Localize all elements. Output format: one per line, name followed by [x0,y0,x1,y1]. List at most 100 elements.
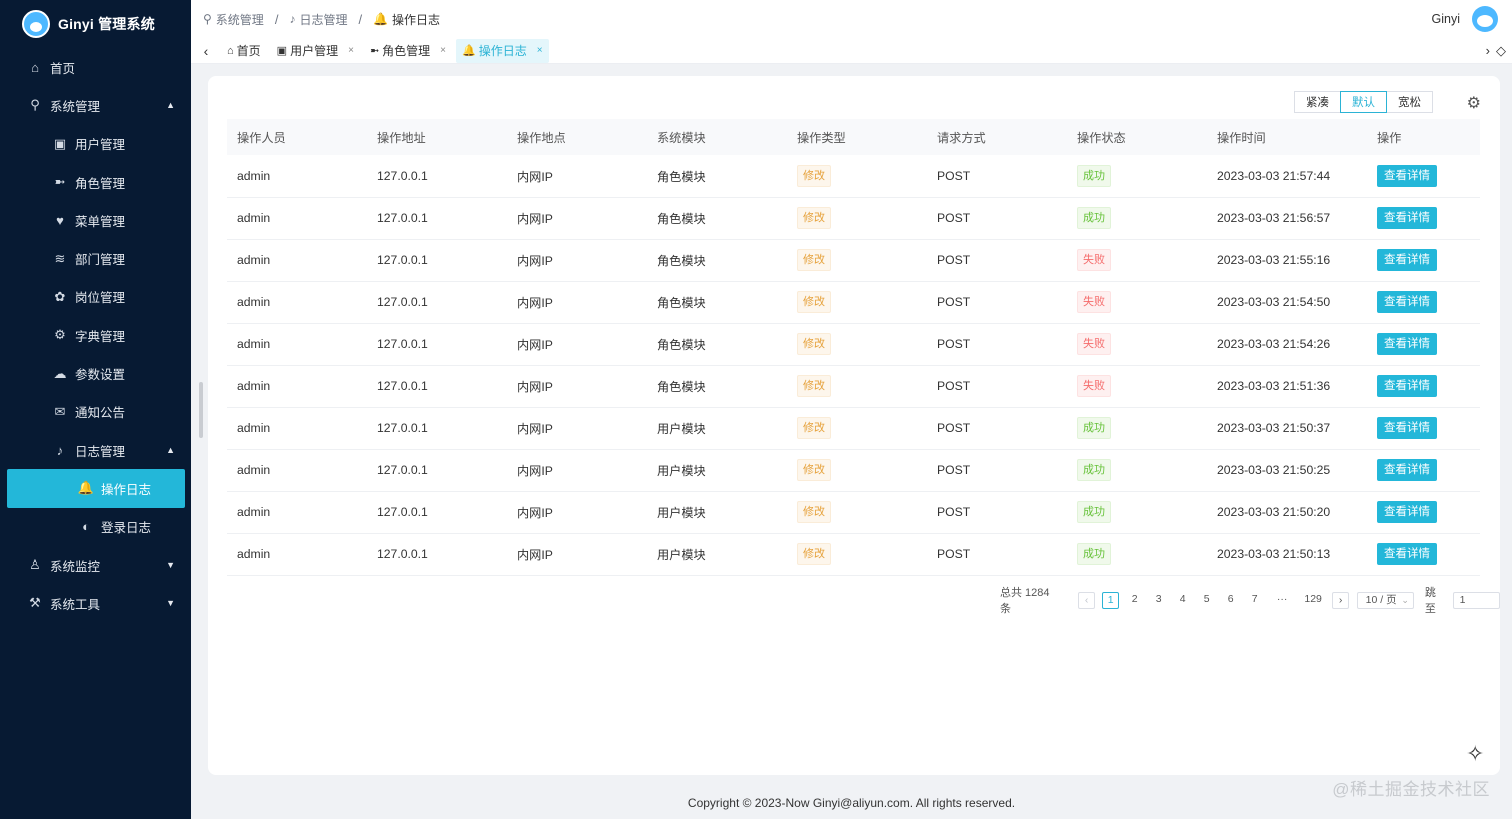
cell-action: 查看详情 [1367,533,1480,576]
view-detail-button[interactable]: 查看详情 [1377,375,1437,397]
person-icon: ⚲ [203,12,212,26]
breadcrumb-separator: / [274,11,279,27]
density-option[interactable]: 紧凑 [1294,91,1341,113]
view-detail-button[interactable]: 查看详情 [1377,164,1437,187]
sidebar-item[interactable]: ⌂ 首页 [0,48,191,86]
avatar[interactable] [1472,6,1498,32]
brand[interactable]: Ginyi 管理系统 [0,0,191,48]
sidebar-item[interactable]: ♥ 菜单管理 [0,201,191,239]
sidebar-item[interactable]: ✿ 岗位管理 [0,278,191,316]
page-number[interactable]: 1 [1102,591,1120,609]
cell-time-text: 2023-03-03 21:54:50 [1217,295,1331,309]
cell-ip: 127.0.0.1 [367,155,507,198]
tab-item[interactable]: ➼ 角色管理 × [364,39,452,63]
next-page-icon[interactable]: › [1332,591,1350,609]
view-detail-button[interactable]: 查看详情 [1377,501,1437,523]
view-detail-button[interactable]: 查看详情 [1377,291,1437,313]
sidebar-item[interactable]: ☁ 参数设置 [0,354,191,392]
cell-method-text: POST [937,421,971,435]
sidebar-item[interactable]: ♙ 系统监控 ▼ [0,546,191,584]
page-number[interactable]: 7 [1246,592,1263,609]
cell-user-text: admin [237,253,271,267]
page-size-value: 10 / 页 [1365,593,1397,606]
sidebar-item[interactable]: ➼ 角色管理 [0,163,191,201]
cell-user: admin [227,239,367,282]
sidebar-resize-handle[interactable] [199,382,203,438]
table-header-row: 操作人员 操作地址 操作地点 系统模块 操作类型 请求方式 操作状态 操作时间 操作 [227,119,1480,155]
view-detail-button[interactable]: 查看详情 [1377,207,1437,229]
sidebar-item[interactable]: ⚲ 系统管理 ▲ [0,86,191,124]
column-header: 操作地址 [367,119,507,155]
view-detail-button[interactable]: 查看详情 [1377,249,1437,271]
jump-page-input[interactable]: 1 [1452,591,1500,609]
sidebar-item[interactable]: ≋ 部门管理 [0,239,191,277]
cell-method: POST [927,281,1067,324]
sidebar-item[interactable]: ♪ 日志管理 ▲ [0,431,191,469]
tab-item[interactable]: ▣ 用户管理 × [271,39,360,63]
view-detail-button[interactable]: 查看详情 [1377,417,1437,439]
layers-icon: ≋ [54,250,66,266]
cell-location-text: 内网IP [517,422,553,436]
cell-action: 查看详情 [1367,449,1480,492]
close-icon[interactable]: × [348,45,354,56]
page-number[interactable]: 129 [1301,592,1325,609]
bell-icon: 🔔 [462,45,476,57]
column-header: 系统模块 [647,119,787,155]
cell-user: admin [227,197,367,240]
cell-ip: 127.0.0.1 [367,281,507,324]
page-number[interactable]: 5 [1198,592,1215,609]
sidebar-item[interactable]: ▣ 用户管理 [0,125,191,163]
tab-item[interactable]: ⌂ 首页 [221,39,267,63]
breadcrumb-item[interactable]: ♪ 日志管理 [289,11,347,28]
cell-type: 修改 [787,239,927,282]
column-settings-gear-icon[interactable]: ⚙ [1467,93,1481,113]
sidebar-item-label: 日志管理 [75,444,126,459]
sidebar-item[interactable]: ✉ 通知公告 [0,393,191,431]
sidebar-item-label: 系统监控 [50,559,101,574]
page-number[interactable]: 2 [1126,592,1143,609]
breadcrumb-item[interactable]: ⚲ 系统管理 [203,11,264,28]
page-number[interactable]: 6 [1222,592,1239,609]
view-detail-button[interactable]: 查看详情 [1377,543,1437,565]
cell-method-text: POST [937,379,971,393]
cell-module: 用户模块 [647,491,787,534]
cell-method: POST [927,449,1067,492]
page-size-select[interactable]: 10 / 页 ⌄ [1356,591,1414,609]
close-icon[interactable]: × [440,45,446,56]
cell-user: admin [227,407,367,450]
tab-item[interactable]: 🔔 操作日志 × [456,38,549,63]
sidebar-item-label: 操作日志 [101,482,152,497]
sidebar-item[interactable]: ◐ 登录日志 [0,508,191,546]
cell-method-text: POST [937,463,971,477]
view-detail-button[interactable]: 查看详情 [1377,459,1437,481]
sidebar-item[interactable]: ⚙ 字典管理 [0,316,191,354]
cell-method: POST [927,155,1067,198]
user-menu[interactable]: Ginyi [1432,6,1498,32]
page-number[interactable]: 3 [1150,592,1167,609]
prev-page-icon[interactable]: ‹ [1078,591,1096,609]
tab-scroll-right-icon[interactable]: › [1486,43,1490,59]
tab-scroll-left-icon[interactable]: ‹ [191,43,221,59]
sidebar-item[interactable]: ⚒ 系统工具 ▼ [0,584,191,622]
cell-time-text: 2023-03-03 21:50:37 [1217,421,1331,435]
close-icon[interactable]: × [537,45,543,56]
cell-method-text: POST [937,168,971,183]
page-number[interactable]: 4 [1174,592,1191,609]
sidebar-item-label: 首页 [50,61,76,76]
view-detail-button[interactable]: 查看详情 [1377,333,1437,355]
cell-module: 角色模块 [647,239,787,282]
table-row: admin 127.0.0.1 内网IP 角色模块 修改 POST 失败 2023-03-03… [227,281,1480,324]
tab-options-icon[interactable]: ◇ [1496,43,1506,59]
sidebar-item-label: 角色管理 [75,176,126,191]
sparkle-icon[interactable]: ✧ [1466,741,1484,767]
cell-action: 查看详情 [1367,323,1480,366]
logo-icon [22,10,50,38]
content-card: 紧凑 默认 宽松 ⚙ 操作人员 操作地址 操作地点 系统模块 操作类型 请求方式 操作状态 操作时… [208,76,1500,775]
column-header: 操作人员 [227,119,367,155]
density-option[interactable]: 宽松 [1386,91,1433,113]
cell-type: 修改 [787,155,927,198]
tab-label: 首页 [236,44,261,58]
sidebar-item[interactable]: 🔔 操作日志 [7,469,185,508]
cell-location: 内网IP [507,197,647,240]
density-option[interactable]: 默认 [1340,91,1387,113]
